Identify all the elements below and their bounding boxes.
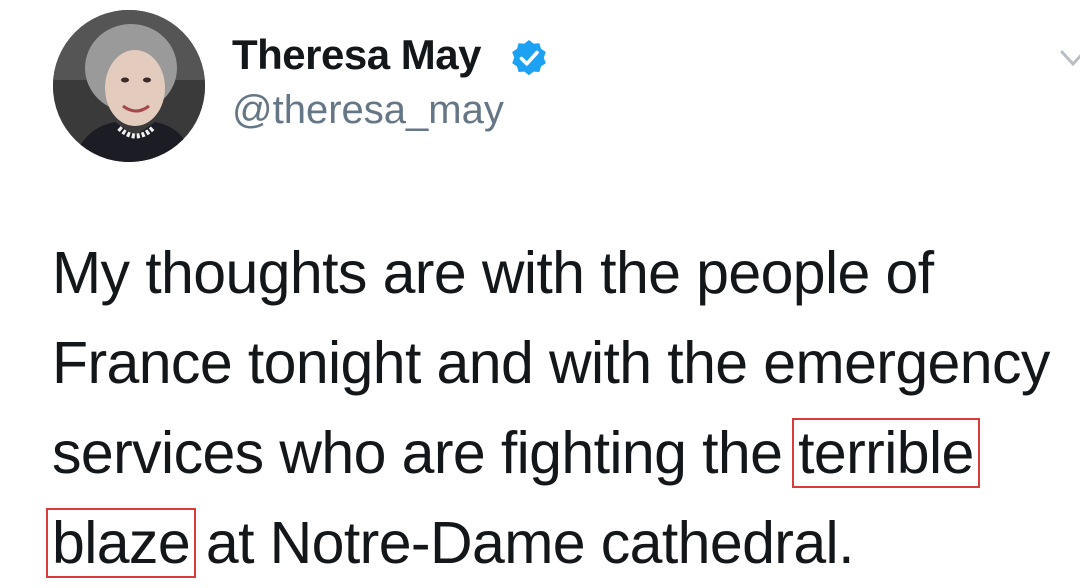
avatar[interactable] (53, 10, 205, 162)
author-handle[interactable]: @theresa_may (232, 88, 504, 133)
tweet-text-line: services who are fighting the terrible (52, 408, 1080, 498)
tweet-text-segment: at Notre-Dame cathedral. (205, 510, 855, 576)
highlight-box-blaze: blaze (45, 508, 197, 578)
tweet-card: Theresa May @theresa_may My thoughts are… (0, 0, 1080, 578)
verified-badge-icon (512, 40, 546, 76)
tweet-text: My thoughts are with the people of Franc… (45, 228, 1080, 588)
tweet-text-segment: services who are fighting the (52, 420, 783, 486)
highlight-box-terrible: terrible (792, 418, 980, 488)
tweet-text-line: blaze at Notre-Dame cathedral. (45, 498, 1080, 588)
author-display-name[interactable]: Theresa May (232, 31, 481, 79)
avatar-photo (53, 10, 205, 162)
chevron-down-icon[interactable] (1058, 46, 1080, 72)
tweet-text-line: France tonight and with the emergency (52, 330, 1050, 396)
tweet-text-line: My thoughts are with the people of (52, 240, 934, 306)
